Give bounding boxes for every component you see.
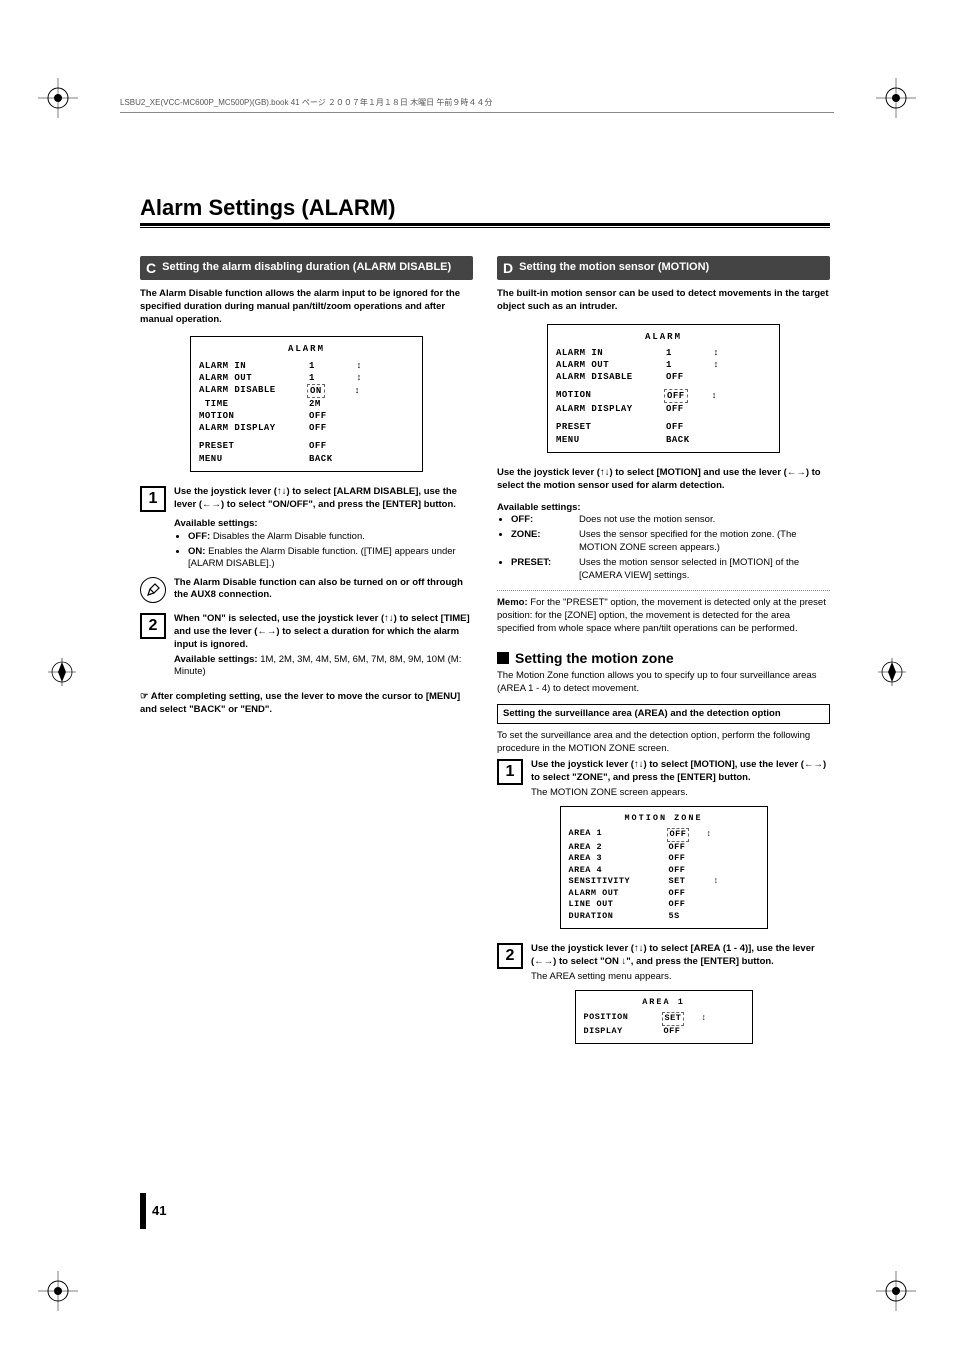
d-step1-sub: The MOTION ZONE screen appears. [531,787,830,800]
page-number-bar [140,1193,146,1229]
d-step-1: 1 Use the joystick lever (↑↓) to select … [497,759,830,799]
pencil-icon [140,577,166,603]
osd-area1: AREA 1 POSITIONSET ↕ DISPLAYOFF [575,990,753,1044]
framed-subhead: Setting the surveillance area (AREA) and… [497,704,830,724]
crop-mark-bottom-right [876,1271,916,1311]
crop-mark-top-right [876,78,916,118]
osd-motion-zone: MOTION ZONE AREA 1OFF ↕ AREA 2OFF AREA 3… [560,806,768,929]
c-note-text: The Alarm Disable function can also be t… [174,577,473,602]
title-rule [140,223,830,228]
d-step2-sub: The AREA setting menu appears. [531,971,830,984]
step-number-1b: 1 [497,759,523,785]
section-c-intro: The Alarm Disable function allows the al… [140,288,473,326]
page-title: Alarm Settings (ALARM) [140,195,830,221]
c-note: The Alarm Disable function can also be t… [140,577,473,603]
d-memo: Memo: For the "PRESET" option, the movem… [497,597,830,635]
section-c-head: C Setting the alarm disabling duration (… [140,256,473,280]
page-number: 41 [152,1203,166,1218]
section-d-head: D Setting the motion sensor (MOTION) [497,256,830,280]
d-settings-list: OFF:Does not use the motion sensor. ZONE… [497,514,830,582]
osd-alarm-d: ALARM ALARM IN1 ↕ ALARM OUT1 ↕ ALARM DIS… [547,324,780,453]
dotted-divider [497,590,830,591]
osd-c-title: ALARM [199,343,414,355]
section-d-letter: D [503,260,513,276]
osd-mz-title: MOTION ZONE [569,813,759,824]
print-header-text: LSBU2_XE(VCC-MC600P_MC500P)(GB).book 41 … [120,98,492,107]
d-step1-lead: Use the joystick lever (↑↓) to select [M… [531,759,830,785]
motion-zone-subhead: Setting the motion zone [497,650,830,666]
osd-alarm-c: ALARM ALARM IN1 ↕ ALARM OUT1 ↕ ALARM DIS… [190,336,423,471]
print-header: LSBU2_XE(VCC-MC600P_MC500P)(GB).book 41 … [120,97,834,113]
section-d-title: Setting the motion sensor (MOTION) [519,261,709,274]
square-icon [497,652,509,664]
c-step1-text: Use the joystick lever (↑↓) to select [A… [174,486,457,510]
c-step-1: 1 Use the joystick lever (↑↓) to select … [140,486,473,512]
step-number-2b: 2 [497,943,523,969]
side-target-left [48,658,76,689]
osd-d-title: ALARM [556,331,771,343]
crop-mark-bottom-left [38,1271,78,1311]
section-c-title: Setting the alarm disabling duration (AL… [162,261,451,274]
osd-area1-title: AREA 1 [584,997,744,1008]
section-c-letter: C [146,260,156,276]
section-d-intro: The built-in motion sensor can be used t… [497,288,830,314]
d-use-line: Use the joystick lever (↑↓) to select [M… [497,467,830,493]
d-step-2: 2 Use the joystick lever (↑↓) to select … [497,943,830,983]
c-footnote: ☞ After completing setting, use the leve… [140,691,473,717]
c-settings-list: OFF: Disables the Alarm Disable function… [174,531,473,571]
d-step2-lead: Use the joystick lever (↑↓) to select [A… [531,943,830,969]
column-left: C Setting the alarm disabling duration (… [140,256,473,1058]
c-available-label: Available settings: [174,518,473,529]
motion-zone-para: The Motion Zone function allows you to s… [497,670,830,696]
crop-mark-top-left [38,78,78,118]
c-step-2: 2 When "ON" is selected, use the joystic… [140,613,473,679]
d-available-label: Available settings: [497,502,830,513]
c-step2-lead: When "ON" is selected, use the joystick … [174,613,473,651]
column-right: D Setting the motion sensor (MOTION) The… [497,256,830,1058]
step-number-1: 1 [140,486,166,512]
side-target-right [878,658,906,689]
framed-para: To set the surveillance area and the det… [497,730,830,756]
step-number-2: 2 [140,613,166,639]
